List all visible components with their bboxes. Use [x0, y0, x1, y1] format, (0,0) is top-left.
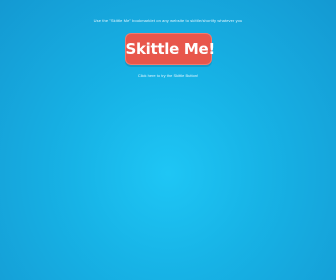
skittle-me-button[interactable]: Skittle Me! — [124, 33, 215, 65]
hint-link[interactable]: Click here to try the Skittle Button! — [0, 73, 336, 79]
cta-container: Skittle Me! — [0, 33, 336, 65]
instruction-text: Use the "Skittle Me" bookmarklet on any … — [93, 18, 243, 23]
page: Use the "Skittle Me" bookmarklet on any … — [0, 0, 336, 280]
